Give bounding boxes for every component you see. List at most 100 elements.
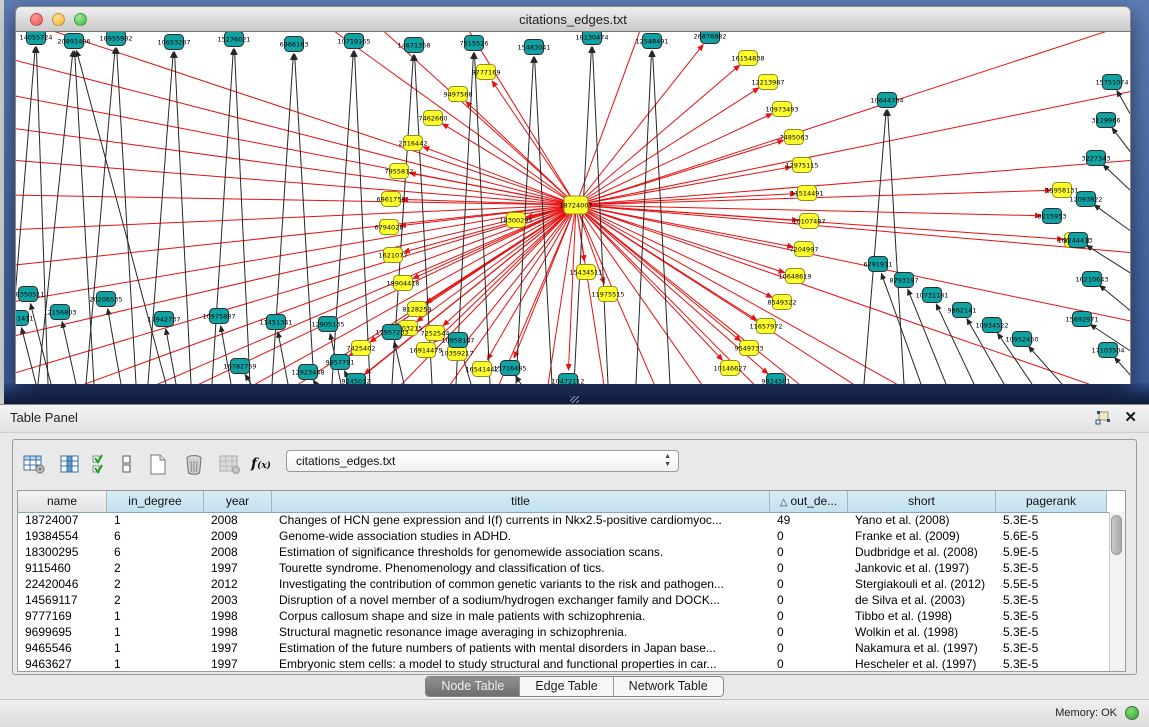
table-select-dropdown[interactable]: citations_edges.txt ▲▼ (286, 450, 679, 472)
table-cell-in-degree[interactable]: 6 (107, 545, 204, 561)
table-cell-in-degree[interactable]: 6 (107, 529, 204, 545)
table-cell-name[interactable]: 9465546 (18, 641, 107, 657)
graph-node[interactable]: 7955812 (385, 164, 414, 179)
column-header-year[interactable]: year (204, 491, 272, 512)
table-cell-short[interactable]: Dudbridge et al. (2008) (848, 545, 996, 561)
table-cell-short[interactable]: Nakamura et al. (1997) (848, 641, 996, 657)
graph-node[interactable]: 10648619 (778, 269, 811, 284)
graph-node[interactable]: 14671358 (397, 38, 430, 53)
network-window-titlebar[interactable]: citations_edges.txt (15, 6, 1131, 32)
graph-node[interactable]: 10934522 (975, 318, 1008, 333)
graph-node[interactable]: 12156803 (43, 305, 76, 320)
new-table-button[interactable] (143, 449, 173, 479)
graph-node[interactable]: 9824501 (762, 374, 791, 385)
graph-node[interactable]: 6794028 (375, 220, 404, 235)
graph-node[interactable]: 12548491 (635, 34, 668, 49)
table-cell-title[interactable]: Disruption of a novel member of a sodium… (272, 593, 770, 609)
row-options-button[interactable] (117, 449, 137, 479)
graph-node[interactable]: 9549733 (735, 341, 764, 356)
scrollbar-thumb[interactable] (1111, 515, 1122, 555)
table-cell-short[interactable]: Yano et al. (2008) (848, 513, 996, 529)
column-header-out-degree[interactable]: △out_de... (770, 491, 848, 512)
table-cell-short[interactable]: Hescheler et al. (1997) (848, 657, 996, 673)
tab-edge-table[interactable]: Edge Table (520, 677, 613, 696)
table-cell-name[interactable]: 9777169 (18, 609, 107, 625)
graph-node[interactable]: 7462660 (419, 111, 448, 126)
table-cell-pagerank[interactable]: 5.3E-5 (996, 625, 1107, 641)
table-cell-year[interactable]: 1998 (204, 625, 272, 641)
table-cell-title[interactable]: Structural magnetic resonance image aver… (272, 625, 770, 641)
float-panel-icon[interactable] (1095, 411, 1111, 425)
graph-node[interactable]: 7204997 (790, 242, 819, 257)
table-row[interactable]: 946362711997Embryonic stem cells: a mode… (18, 657, 1125, 673)
graph-node[interactable]: 7515526 (460, 36, 489, 51)
table-cell-in-degree[interactable]: 1 (107, 625, 204, 641)
table-cell-name[interactable]: 9699695 (18, 625, 107, 641)
graph-node[interactable]: 12905135 (311, 317, 344, 332)
graph-node[interactable]: 10719165 (337, 34, 370, 49)
table-cell-short[interactable]: Jankovic et al. (1997) (848, 561, 996, 577)
graph-node[interactable]: 20206535 (89, 292, 122, 307)
graph-node[interactable]: 9857791 (326, 355, 355, 370)
table-cell-pagerank[interactable]: 5.3E-5 (996, 513, 1107, 529)
graph-node[interactable]: 6791911 (864, 257, 893, 272)
table-cell-out-degree[interactable]: 0 (770, 609, 848, 625)
table-cell-short[interactable]: Stergiakouli et al. (2012) (848, 577, 996, 593)
graph-node[interactable]: 15434511 (569, 265, 602, 280)
vertical-scrollbar[interactable] (1109, 512, 1125, 671)
network-graph[interactable]: 1405572420891406189559821065328715276021… (16, 32, 1131, 384)
graph-node[interactable]: 20891406 (57, 34, 90, 49)
graph-node[interactable]: 18130474 (575, 32, 608, 45)
tab-network-table[interactable]: Network Table (614, 677, 723, 696)
table-row[interactable]: 977716911998Corpus callosum shape and si… (18, 609, 1125, 625)
graph-node[interactable]: 11975515 (591, 287, 624, 302)
graph-node[interactable]: 10975887 (202, 309, 235, 324)
table-cell-pagerank[interactable]: 5.3E-5 (996, 641, 1107, 657)
graph-node[interactable]: 17103504 (1091, 343, 1124, 358)
table-cell-year[interactable]: 2012 (204, 577, 272, 593)
table-cell-pagerank[interactable]: 5.3E-5 (996, 657, 1107, 673)
graph-node[interactable]: 9245012 (342, 374, 371, 385)
graph-node[interactable]: 10731181 (915, 288, 948, 303)
table-cell-name[interactable]: 18300295 (18, 545, 107, 561)
table-cell-out-degree[interactable]: 0 (770, 641, 848, 657)
column-header-in-degree[interactable]: in_degree (107, 491, 204, 512)
graph-node[interactable]: 10653287 (157, 35, 190, 50)
table-cell-in-degree[interactable]: 1 (107, 609, 204, 625)
table-row[interactable]: 1872400712008Changes of HCN gene express… (18, 513, 1125, 529)
table-cell-out-degree[interactable]: 0 (770, 593, 848, 609)
table-cell-title[interactable]: Estimation of significance thresholds fo… (272, 545, 770, 561)
column-header-short[interactable]: short (848, 491, 996, 512)
graph-node[interactable]: 10644784 (870, 93, 903, 108)
graph-node[interactable]: 14055724 (19, 32, 52, 45)
graph-node[interactable]: 8215953 (1038, 209, 1067, 224)
table-cell-year[interactable]: 2009 (204, 529, 272, 545)
memory-ok-indicator[interactable] (1125, 706, 1139, 720)
close-panel-icon[interactable]: ✕ (1124, 408, 1137, 426)
graph-node[interactable]: 6966163 (280, 37, 309, 52)
graph-node[interactable]: 12923448 (291, 365, 324, 380)
table-cell-year[interactable]: 2008 (204, 513, 272, 529)
table-cell-in-degree[interactable]: 1 (107, 513, 204, 529)
graph-node[interactable]: 18724007 (559, 196, 592, 214)
graph-node[interactable]: 10472112 (551, 374, 584, 385)
table-row[interactable]: 969969511998Structural magnetic resonanc… (18, 625, 1125, 641)
table-cell-year[interactable]: 2003 (204, 593, 272, 609)
table-cell-year[interactable]: 1998 (204, 609, 272, 625)
graph-node[interactable]: 12975115 (785, 158, 818, 173)
table-cell-out-degree[interactable]: 0 (770, 577, 848, 593)
table-cell-name[interactable]: 19384554 (18, 529, 107, 545)
table-cell-out-degree[interactable]: 0 (770, 529, 848, 545)
table-cell-pagerank[interactable]: 5.9E-5 (996, 545, 1107, 561)
column-header-pagerank[interactable]: pagerank (996, 491, 1107, 512)
table-row[interactable]: 2242004622012Investigating the contribut… (18, 577, 1125, 593)
graph-node[interactable]: 16210643 (1075, 272, 1108, 287)
table-cell-short[interactable]: Franke et al. (2009) (848, 529, 996, 545)
table-cell-title[interactable]: Changes of HCN gene expression and I(f) … (272, 513, 770, 529)
table-cell-out-degree[interactable]: 0 (770, 561, 848, 577)
graph-node[interactable]: 3129966 (1092, 113, 1121, 128)
network-view-canvas[interactable]: 1405572420891406189559821065328715276021… (15, 32, 1131, 384)
table-cell-year[interactable]: 1997 (204, 657, 272, 673)
table-cell-in-degree[interactable]: 2 (107, 593, 204, 609)
table-row[interactable]: 1938455462009Genome-wide association stu… (18, 529, 1125, 545)
